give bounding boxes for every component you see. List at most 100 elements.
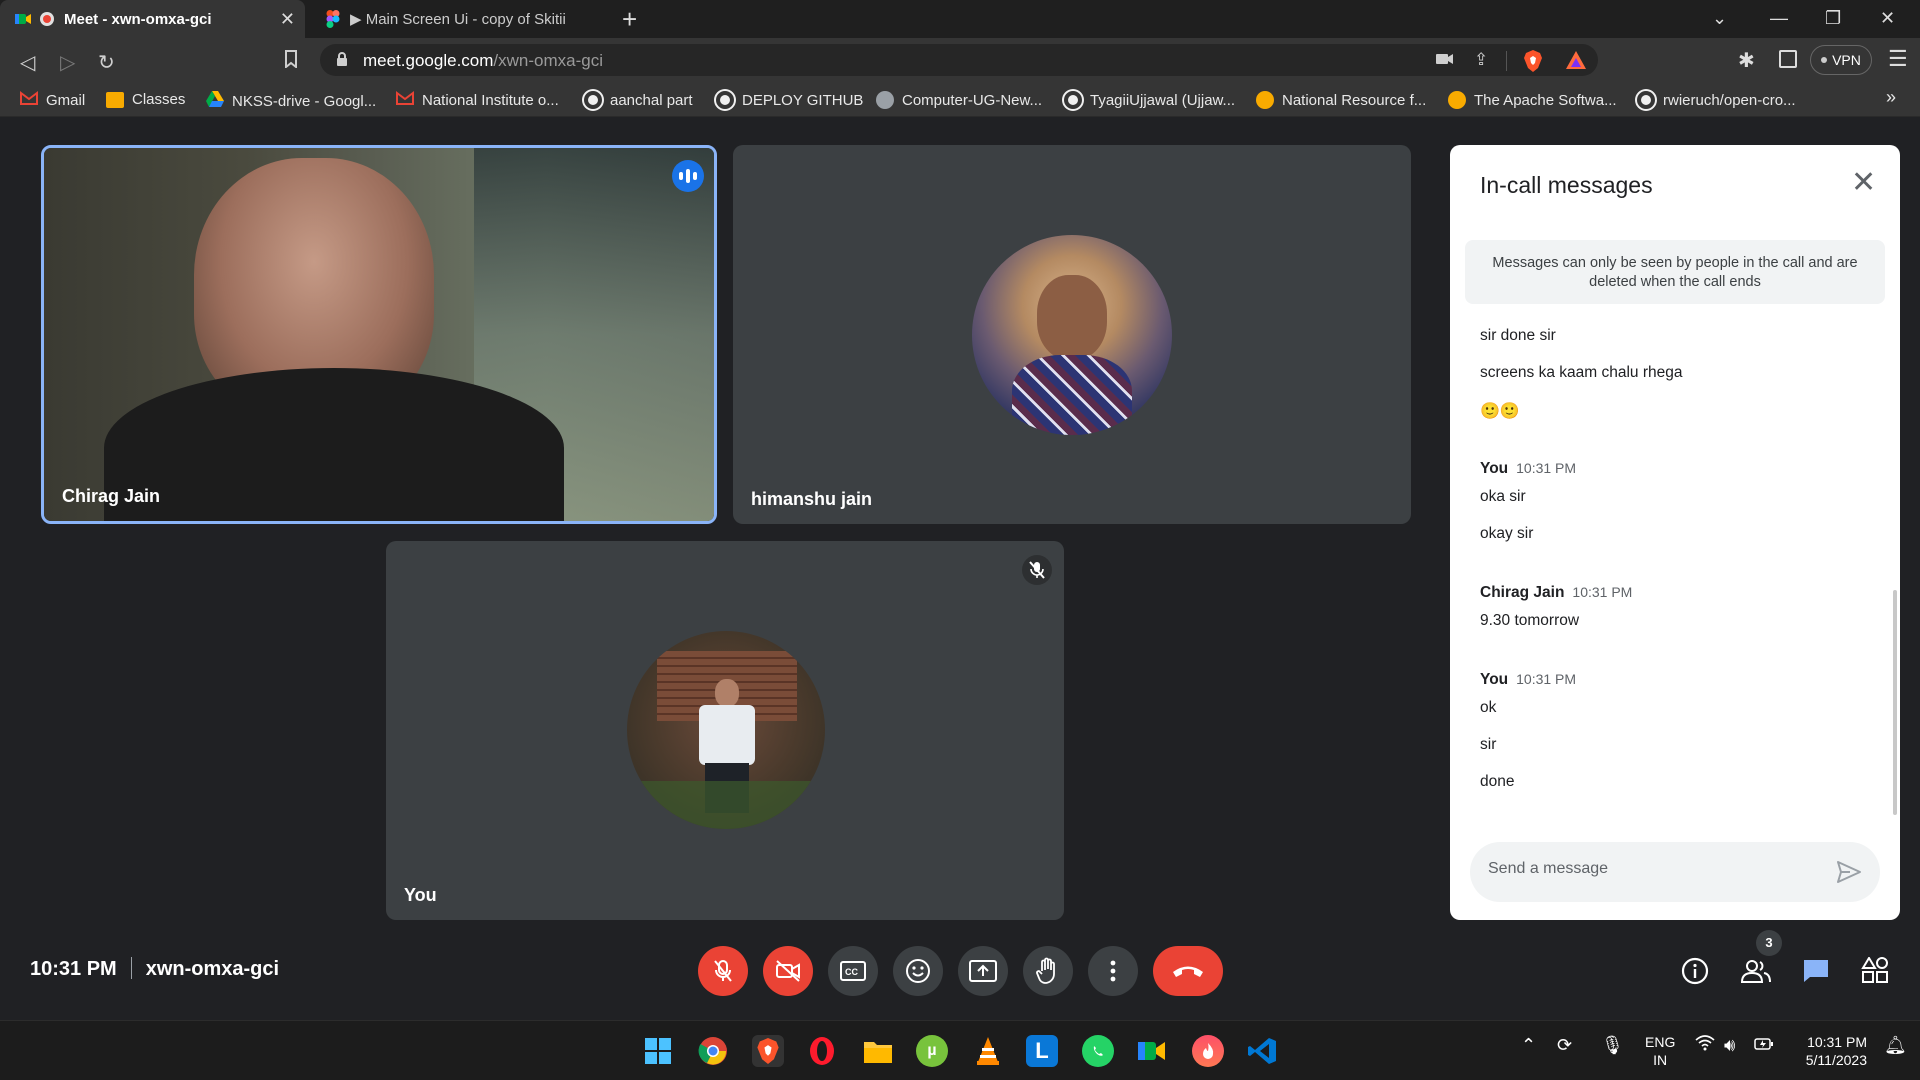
sidebar-icon[interactable]	[1779, 50, 1797, 68]
participant-tile-himanshu[interactable]: himanshu jain	[733, 145, 1411, 524]
vpn-button[interactable]: VPN	[1810, 45, 1872, 75]
sender-name: Chirag Jain	[1480, 584, 1565, 601]
clock[interactable]: 10:31 PM 5/11/2023	[1797, 1033, 1867, 1069]
chat-message: 9.30 tomorrow	[1480, 612, 1580, 629]
chat-scrollbar[interactable]	[1893, 590, 1897, 815]
opera-icon[interactable]	[806, 1035, 838, 1067]
whatsapp-icon[interactable]	[1082, 1035, 1114, 1067]
bookmark-computer-ug[interactable]: Computer-UG-New...	[876, 91, 1042, 109]
brave-shields-icon[interactable]	[1523, 50, 1543, 77]
message-time: 10:31 PM	[1516, 460, 1577, 476]
toggle-camera-button[interactable]	[763, 946, 813, 996]
meeting-code: xwn-omxa-gci	[145, 958, 280, 980]
new-tab-button[interactable]: +	[622, 4, 637, 35]
bookmark-aanchal-part[interactable]: aanchal part	[584, 91, 693, 109]
battery-icon[interactable]	[1754, 1037, 1774, 1054]
in-call-messages-panel: In-call messages ✕ Messages can only be …	[1450, 145, 1900, 920]
chat-privacy-notice: Messages can only be seen by people in t…	[1465, 240, 1885, 304]
more-options-button[interactable]	[1088, 946, 1138, 996]
forward-button[interactable]: ▷	[60, 50, 75, 75]
drive-icon	[206, 91, 224, 111]
wifi-icon[interactable]	[1695, 1035, 1715, 1056]
clock-date: 5/11/2023	[1805, 1052, 1867, 1068]
chat-button[interactable]	[1798, 953, 1834, 989]
sync-icon[interactable]: ⟳	[1557, 1035, 1572, 1056]
send-icon[interactable]	[1836, 860, 1862, 889]
tab-meet[interactable]: Meet - xwn-omxa-gci ✕	[0, 0, 305, 38]
bookmark-national-resource[interactable]: National Resource f...	[1256, 91, 1426, 109]
participant-tile-you[interactable]: You	[386, 541, 1064, 920]
bookmark-label: TyagiiUjjawal (Ujjaw...	[1090, 91, 1236, 109]
bookmark-icon[interactable]	[284, 50, 298, 74]
minimize-button[interactable]: —	[1770, 8, 1788, 29]
volume-icon[interactable]: 🔊︎	[1724, 1035, 1735, 1056]
l-app-icon[interactable]: L	[1026, 1035, 1058, 1067]
globe-icon	[876, 91, 894, 109]
maximize-button[interactable]: ❐	[1825, 8, 1841, 29]
reactions-button[interactable]	[893, 946, 943, 996]
bookmark-deploy-github[interactable]: DEPLOY GITHUB	[716, 91, 863, 109]
github-icon	[716, 91, 734, 109]
participant-tile-chirag[interactable]: Chirag Jain	[41, 145, 717, 524]
chat-message: screens ka kaam chalu rhega	[1480, 364, 1683, 381]
chrome-icon[interactable]	[697, 1035, 729, 1067]
bookmark-gmail[interactable]: Gmail	[20, 91, 85, 109]
github-icon	[1064, 91, 1082, 109]
vpn-label: VPN	[1832, 52, 1861, 68]
bookmark-label: rwieruch/open-cro...	[1663, 91, 1796, 109]
send-message-input[interactable]	[1488, 860, 1818, 878]
menu-icon[interactable]: ☰	[1888, 46, 1908, 72]
google-meet-icon[interactable]	[1136, 1035, 1168, 1067]
camera-in-use-icon[interactable]	[1436, 52, 1454, 71]
bookmark-rwieruch[interactable]: rwieruch/open-cro...	[1637, 91, 1796, 109]
toggle-mic-button[interactable]	[698, 946, 748, 996]
clock-time: 10:31 PM	[1807, 1034, 1867, 1050]
tinder-icon[interactable]	[1192, 1035, 1224, 1067]
bookmark-national-institute[interactable]: National Institute o...	[396, 91, 559, 109]
bookmark-label: DEPLOY GITHUB	[742, 91, 864, 109]
url-path: /xwn-omxa-gci	[493, 51, 603, 70]
close-window-button[interactable]: ✕	[1880, 8, 1895, 29]
utorrent-icon[interactable]: µ	[916, 1035, 948, 1067]
microphone-icon[interactable]: 🎙︎	[1601, 1035, 1624, 1056]
bookmark-classes[interactable]: Classes	[106, 91, 185, 108]
message-input-box	[1470, 842, 1880, 902]
show-hidden-icons[interactable]: ⌃	[1521, 1035, 1536, 1056]
people-button[interactable]	[1738, 953, 1774, 989]
close-icon[interactable]: ✕	[1851, 168, 1876, 198]
message-time: 10:31 PM	[1516, 671, 1577, 687]
activities-button[interactable]	[1857, 953, 1893, 989]
tab-title: ▶ Main Screen Ui - copy of Skitii	[350, 11, 566, 28]
avatar	[627, 631, 825, 829]
start-windows-icon[interactable]	[642, 1035, 674, 1067]
notifications-icon[interactable]: 🔔︎	[1884, 1035, 1907, 1056]
tab-figma[interactable]: ▶ Main Screen Ui - copy of Skitii	[310, 0, 600, 38]
bookmark-tyagiiujjawal[interactable]: TyagiiUjjawal (Ujjaw...	[1064, 91, 1235, 109]
captions-button[interactable]: CC	[828, 946, 878, 996]
more-bookmarks-button[interactable]: »	[1886, 87, 1896, 108]
present-screen-button[interactable]	[958, 946, 1008, 996]
extensions-icon[interactable]: ✱	[1738, 48, 1755, 73]
brave-icon[interactable]	[752, 1035, 784, 1067]
leave-call-button[interactable]	[1153, 946, 1223, 996]
chat-message: sir	[1480, 736, 1497, 753]
bookmark-apache[interactable]: The Apache Softwa...	[1448, 91, 1617, 109]
tab-title: Meet - xwn-omxa-gci	[64, 10, 212, 28]
raise-hand-button[interactable]	[1023, 946, 1073, 996]
bookmark-nkss-drive[interactable]: NKSS-drive - Googl...	[206, 91, 376, 111]
close-tab-icon[interactable]: ✕	[280, 9, 295, 30]
share-icon[interactable]: ⇪	[1474, 50, 1488, 70]
back-button[interactable]: ◁	[20, 50, 35, 75]
file-explorer-icon[interactable]	[862, 1035, 894, 1067]
reload-button[interactable]: ↻	[98, 50, 115, 75]
tab-search-icon[interactable]: ⌄	[1712, 8, 1727, 29]
sender-name: You	[1480, 460, 1509, 477]
brave-rewards-icon[interactable]	[1565, 50, 1587, 75]
classroom-icon	[106, 91, 124, 108]
meeting-details-button[interactable]	[1677, 953, 1713, 989]
speaking-indicator-icon	[672, 160, 704, 192]
url-field[interactable]: meet.google.com/xwn-omxa-gci ⇪	[320, 44, 1598, 76]
language-indicator[interactable]: ENG IN	[1645, 1033, 1675, 1069]
vlc-icon[interactable]	[972, 1035, 1004, 1067]
vscode-icon[interactable]	[1246, 1035, 1278, 1067]
